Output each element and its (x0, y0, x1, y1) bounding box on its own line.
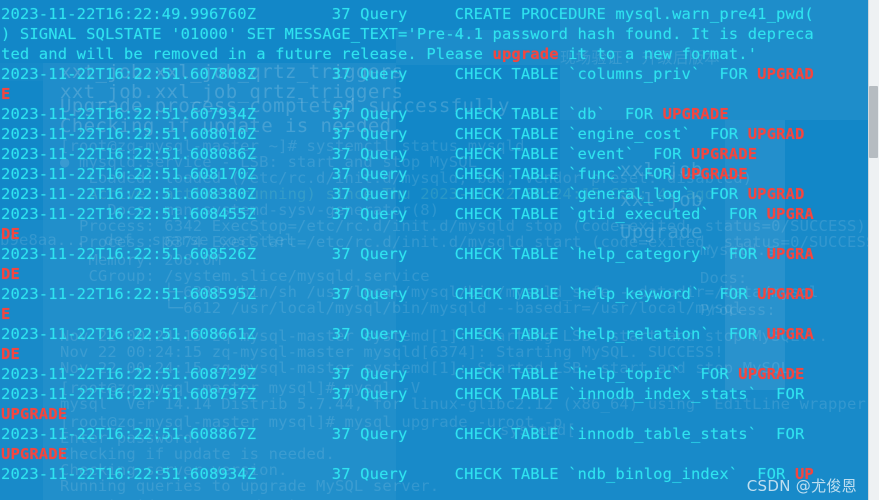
scrollbar-thumb[interactable] (869, 86, 878, 158)
log-text: 2023-11-22T16:22:51.608455Z 37 Query CHE… (1, 205, 767, 223)
log-text: 2023-11-22T16:22:49.996760Z 37 Query CRE… (1, 5, 814, 23)
log-line: 2023-11-22T16:22:51.608867Z 37 Query CHE… (1, 424, 804, 444)
log-keyword: UPGRADE (662, 105, 729, 123)
log-line: 2023-11-22T16:22:51.608086Z 37 Query CHE… (1, 144, 757, 164)
log-text: 2023-11-22T16:22:51.608867Z 37 Query CHE… (1, 425, 805, 443)
log-keyword: UPGRADE (738, 365, 805, 383)
log-text: 2023-11-22T16:22:51.608170Z 37 Query CHE… (1, 165, 682, 183)
log-line: DE (1, 264, 20, 284)
log-line: UPGRADE (1, 444, 67, 464)
log-text: it to a new format.' (558, 45, 758, 63)
log-keyword: UPGRA (766, 245, 814, 263)
log-keyword: UPGRAD (747, 125, 805, 143)
log-text: 2023-11-22T16:22:51.607808Z 37 Query CHE… (1, 65, 758, 83)
log-keyword: E (1, 305, 11, 323)
log-keyword: UPGRAD (757, 285, 814, 303)
log-line: 2023-11-22T16:22:51.608595Z 37 Query CHE… (1, 284, 814, 304)
log-line: DE (1, 344, 20, 364)
log-keyword: UPGRAD (747, 185, 805, 203)
log-line: 2023-11-22T16:22:49.996760Z 37 Query CRE… (1, 4, 814, 24)
log-keyword: UPGRADE (1, 445, 68, 463)
log-line: UPGRADE (1, 404, 67, 424)
log-keyword: UPGRA (766, 205, 814, 223)
log-text: 2023-11-22T16:22:51.608086Z 37 Query CHE… (1, 145, 691, 163)
log-text: ted and will be removed in a future rele… (1, 45, 493, 63)
log-keyword: UPGRA (766, 325, 814, 343)
log-line: 2023-11-22T16:22:51.607934Z 37 Query CHE… (1, 104, 729, 124)
log-line: E (1, 84, 10, 104)
log-text: 2023-11-22T16:22:51.608595Z 37 Query CHE… (1, 285, 758, 303)
log-line: E (1, 304, 10, 324)
log-keyword: UPGRAD (757, 65, 814, 83)
log-keyword: UPGRADE (1, 405, 68, 423)
log-line: 2023-11-22T16:22:51.608380Z 37 Query CHE… (1, 184, 804, 204)
log-keyword: E (1, 85, 11, 103)
log-text: 2023-11-22T16:22:51.608010Z 37 Query CHE… (1, 125, 748, 143)
log-line: 2023-11-22T16:22:51.608526Z 37 Query CHE… (1, 244, 814, 264)
log-line: 2023-11-22T16:22:51.608934Z 37 Query CHE… (1, 464, 814, 484)
log-keyword: DE (1, 265, 20, 283)
log-text: 2023-11-22T16:22:51.607934Z 37 Query CHE… (1, 105, 663, 123)
log-keyword: DE (1, 225, 20, 243)
log-line: ted and will be removed in a future rele… (1, 44, 757, 64)
log-text: ) SIGNAL SQLSTATE '01000' SET MESSAGE_TE… (1, 25, 814, 43)
vertical-scrollbar[interactable] (868, 0, 879, 500)
log-line: ) SIGNAL SQLSTATE '01000' SET MESSAGE_TE… (1, 24, 814, 44)
log-text: 2023-11-22T16:22:51.608729Z 37 Query CHE… (1, 365, 739, 383)
log-output[interactable]: 2023-11-22T16:22:49.996760Z 37 Query CRE… (0, 0, 879, 500)
log-keyword: UPGRADE (681, 165, 748, 183)
log-text: 2023-11-22T16:22:51.608380Z 37 Query CHE… (1, 185, 748, 203)
log-line: 2023-11-22T16:22:51.608797Z 37 Query CHE… (1, 384, 804, 404)
log-text: 2023-11-22T16:22:51.608661Z 37 Query CHE… (1, 325, 767, 343)
log-line: DE (1, 224, 20, 244)
csdn-watermark: CSDN @尤俊恩 (746, 477, 857, 495)
log-line: 2023-11-22T16:22:51.608729Z 37 Query CHE… (1, 364, 804, 384)
log-text: 2023-11-22T16:22:51.608934Z 37 Query CHE… (1, 465, 795, 483)
log-line: 2023-11-22T16:22:51.607808Z 37 Query CHE… (1, 64, 814, 84)
log-line: 2023-11-22T16:22:51.608010Z 37 Query CHE… (1, 124, 804, 144)
terminal-window[interactable]: xxt_job.xxl_job_qrtz_triggers xxt_job.xxl… (0, 0, 879, 500)
log-text: 2023-11-22T16:22:51.608526Z 37 Query CHE… (1, 245, 767, 263)
log-line: 2023-11-22T16:22:51.608661Z 37 Query CHE… (1, 324, 814, 344)
log-line: 2023-11-22T16:22:51.608455Z 37 Query CHE… (1, 204, 814, 224)
log-keyword: upgrade (492, 45, 559, 63)
log-keyword: UPGRADE (690, 145, 758, 163)
log-keyword: DE (1, 345, 20, 363)
log-line: 2023-11-22T16:22:51.608170Z 37 Query CHE… (1, 164, 748, 184)
log-text: 2023-11-22T16:22:51.608797Z 37 Query CHE… (1, 385, 805, 403)
